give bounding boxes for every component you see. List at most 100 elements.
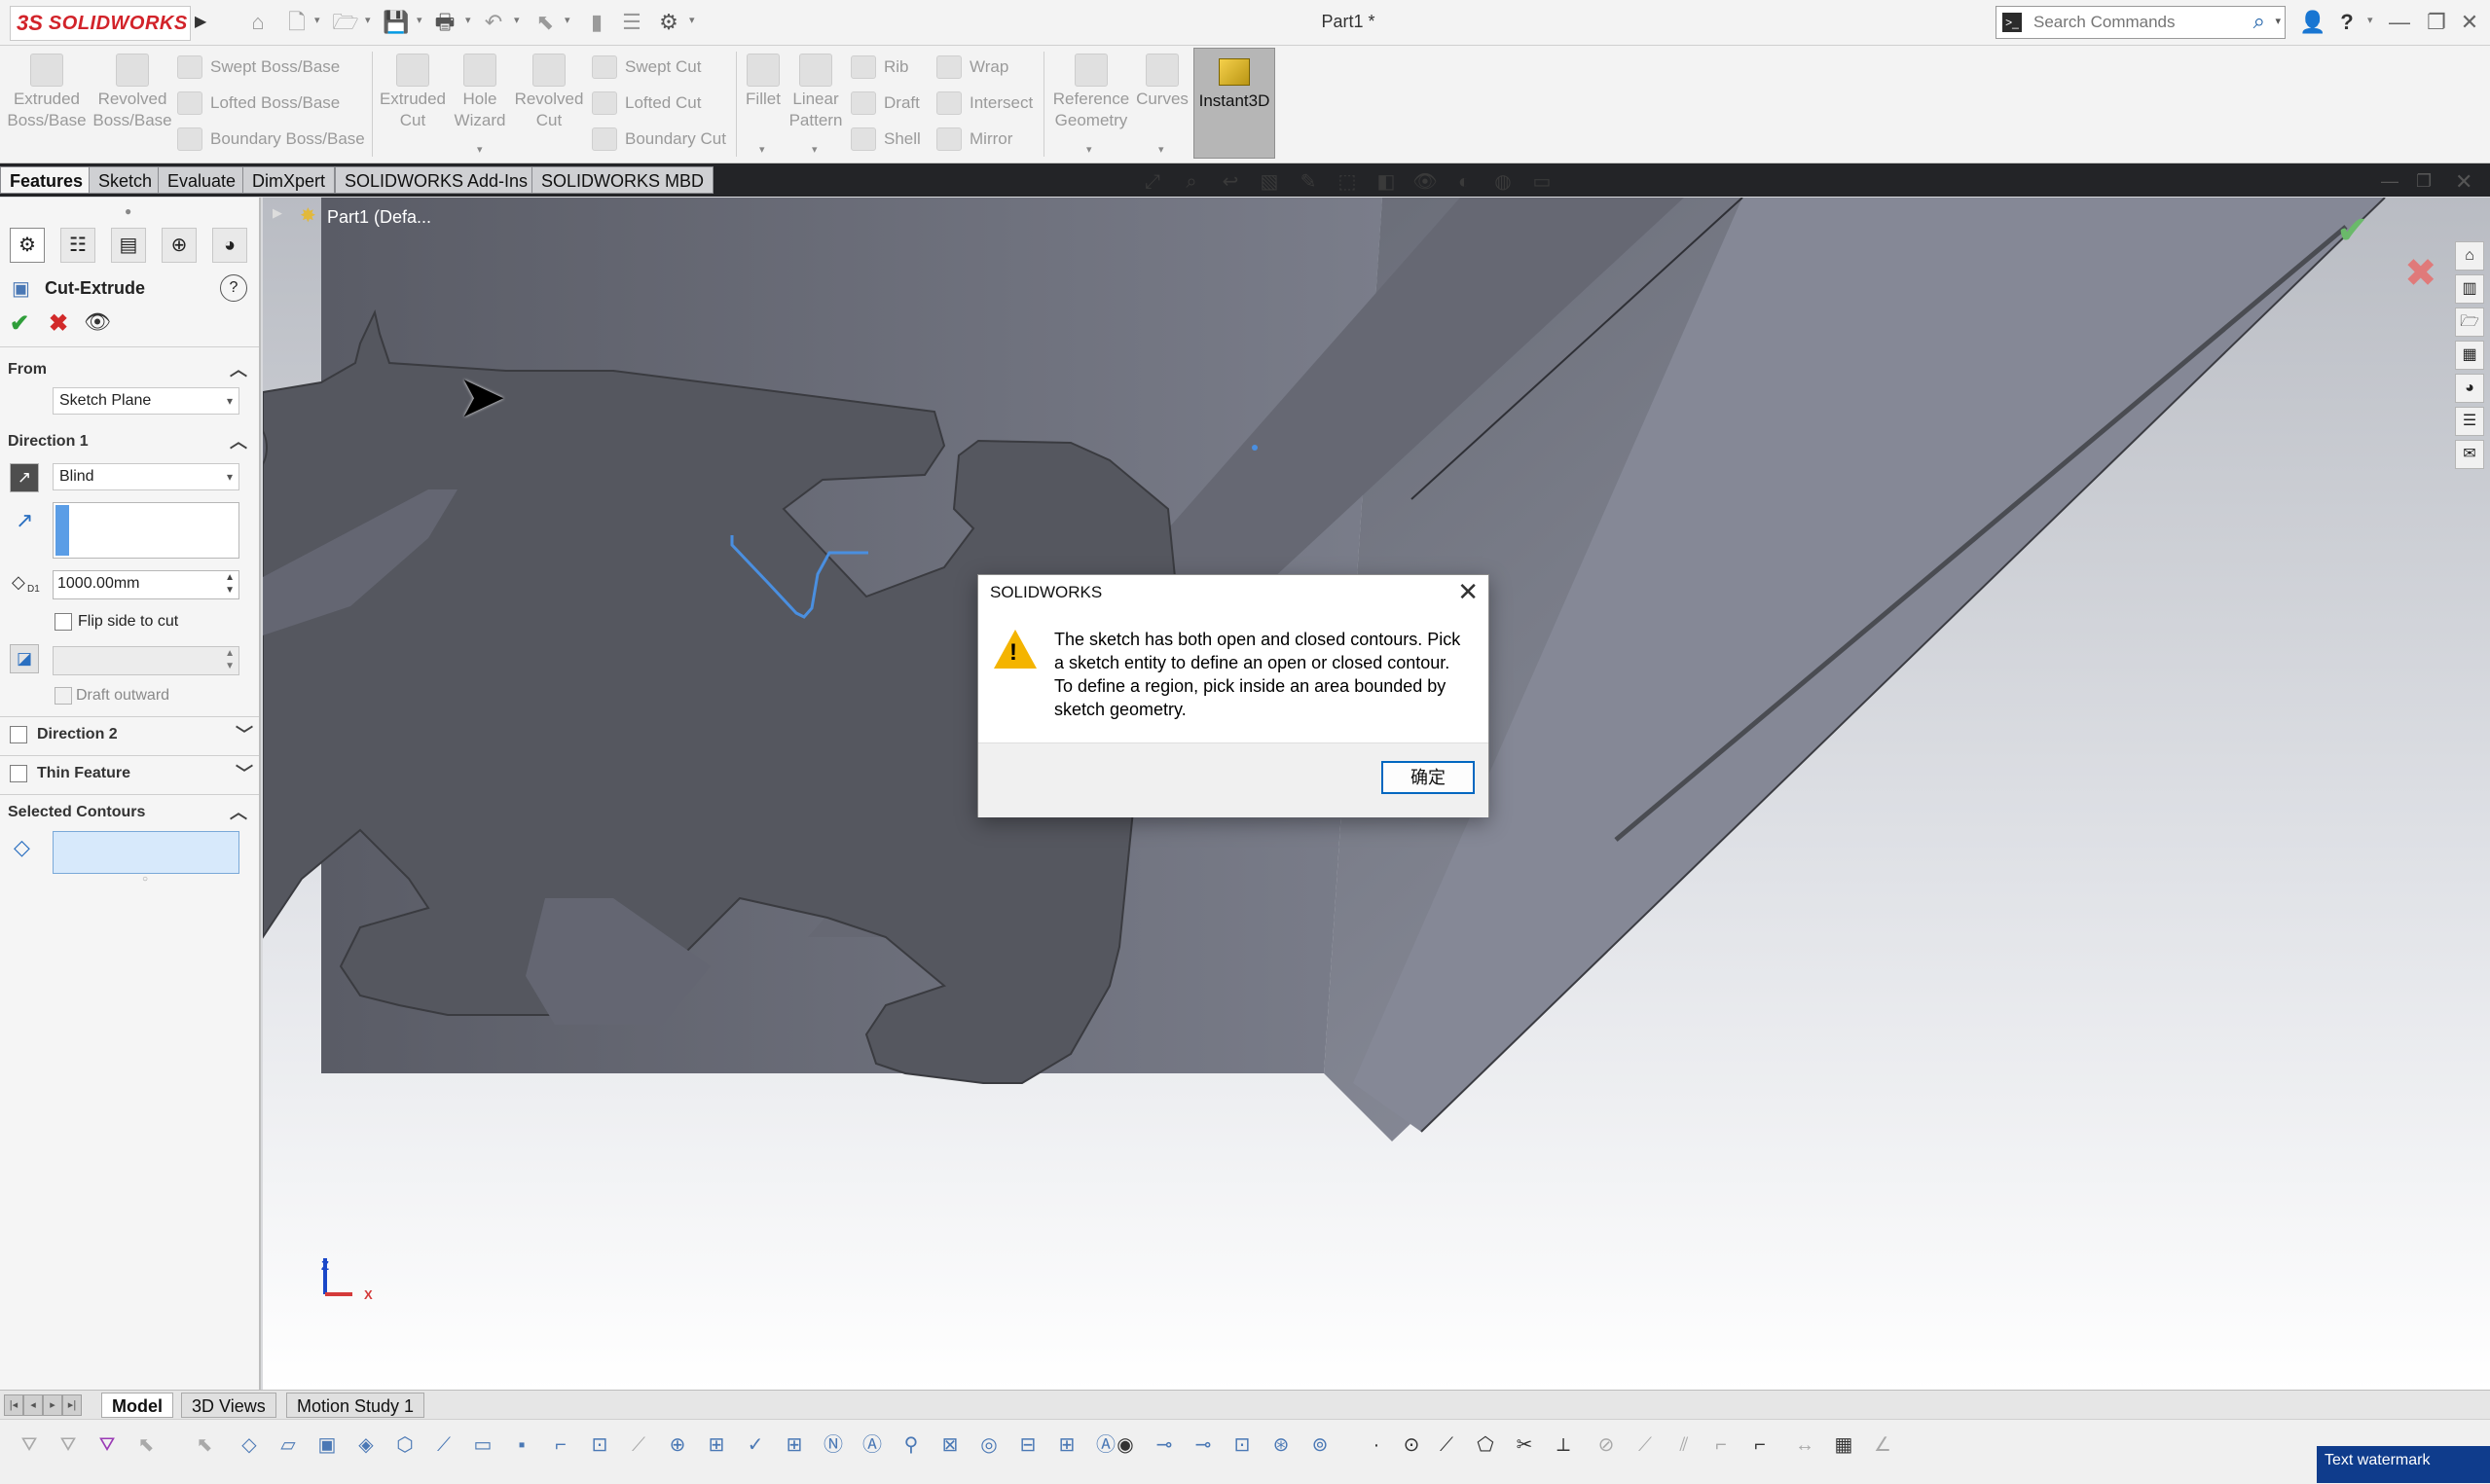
ok-button[interactable]: 确定	[1381, 761, 1475, 794]
revolved-boss-button[interactable]: Revolved Boss/Base	[92, 54, 173, 131]
from-select[interactable]: Sketch Plane ▾	[53, 387, 239, 415]
collapse-chevron-icon[interactable]: ︿	[230, 428, 247, 455]
thin-feature-checkbox[interactable]	[10, 765, 27, 782]
curves-dropdown-icon[interactable]: ▾	[1158, 143, 1164, 156]
file-properties-icon[interactable]: ☰	[617, 8, 646, 37]
open-folder-icon[interactable]: 🗁	[331, 8, 360, 37]
search-commands-box[interactable]: >_ ⌕ ▾	[1996, 6, 2286, 39]
spinner-arrows-icon[interactable]: ▲ ▼	[225, 571, 235, 597]
filter-axes-icon[interactable]: ⟋	[428, 1430, 459, 1461]
undo-icon[interactable]: ↶	[479, 8, 508, 37]
hole-wizard-button[interactable]: Hole Wizard	[446, 54, 514, 131]
circle-tool-icon[interactable]: ⊙	[1396, 1430, 1427, 1461]
tree-expand-icon[interactable]: ▶	[273, 205, 282, 221]
wrap-button[interactable]: Wrap	[936, 55, 1008, 79]
intersect-button[interactable]: Intersect	[936, 91, 1033, 115]
display-style-icon[interactable]: ◧	[1373, 168, 1400, 196]
filter-selection-icon[interactable]: ⛛	[92, 1430, 123, 1461]
filter-centerline-icon[interactable]: ⊕	[662, 1430, 693, 1461]
mirror-button[interactable]: Mirror	[936, 127, 1012, 151]
selected-contours-section-header[interactable]: Selected Contours ︿	[8, 799, 253, 826]
filter-mates-icon[interactable]: ⊡	[1227, 1430, 1258, 1461]
view-orientation-icon[interactable]: ⬚	[1334, 168, 1361, 196]
filter-geometric-tolerance-icon[interactable]: ⊞	[779, 1430, 810, 1461]
previous-view-icon[interactable]: ↩	[1217, 168, 1244, 196]
filter-blocks-icon[interactable]: ⊞	[1051, 1430, 1082, 1461]
confirm-accept-icon[interactable]: ✔	[2336, 208, 2369, 253]
property-manager-tab-icon[interactable]: ☷	[60, 228, 95, 263]
tab-dimxpert[interactable]: DimXpert	[242, 166, 336, 194]
reference-geometry-dropdown-icon[interactable]: ▾	[1086, 143, 1092, 156]
smart-dimension-icon[interactable]: ↔	[1789, 1430, 1820, 1461]
apply-scene-icon[interactable]: ◍	[1489, 168, 1517, 196]
collapse-chevron-icon[interactable]: ︿	[230, 356, 247, 383]
corner-rectangle-icon[interactable]: ⌐	[1705, 1430, 1737, 1461]
preview-eye-icon[interactable]: 👁	[84, 309, 111, 335]
save-dropdown-icon[interactable]: ▾	[417, 14, 422, 26]
filter-center-of-mass-icon[interactable]: ◉	[1110, 1430, 1141, 1461]
draft-button[interactable]: Draft	[851, 91, 920, 115]
feature-manager-tab-icon[interactable]: ⚙	[10, 228, 45, 263]
edit-appearance-icon[interactable]: ◐	[1450, 168, 1478, 196]
view-palette-icon[interactable]: ▦	[2455, 341, 2484, 370]
sketch-point[interactable]	[1252, 445, 1258, 451]
filter-routing-points-icon[interactable]: ⊸	[1188, 1430, 1219, 1461]
configuration-manager-tab-icon[interactable]: ▤	[111, 228, 146, 263]
tab-features[interactable]: Features	[0, 166, 93, 194]
linear-pattern-button[interactable]: Linear Pattern	[787, 54, 845, 131]
extruded-cut-button[interactable]: Extruded Cut	[374, 54, 452, 131]
depth-input[interactable]: 1000.00mm	[57, 575, 140, 593]
sketch-fillet-icon[interactable]: ⌐	[1744, 1430, 1776, 1461]
filter-mate-references-icon[interactable]: ⊛	[1265, 1430, 1297, 1461]
hole-wizard-dropdown-icon[interactable]: ▾	[477, 143, 483, 156]
fillet-dropdown-icon[interactable]: ▾	[759, 143, 765, 156]
filter-balloons-icon[interactable]: Ⓐ	[857, 1430, 888, 1461]
filter-midpoints-icon[interactable]: ⊡	[584, 1430, 615, 1461]
filter-planes-icon[interactable]: ▭	[467, 1430, 498, 1461]
solidworks-logo[interactable]: 3S SOLIDWORKS	[10, 6, 191, 41]
lofted-cut-button[interactable]: Lofted Cut	[592, 91, 701, 115]
filter-surface-icon[interactable]: ◈	[350, 1430, 382, 1461]
zoom-to-fit-icon[interactable]: ⤢	[1139, 168, 1166, 196]
filter-datum-features-icon[interactable]: ⊠	[934, 1430, 966, 1461]
filter-connection-points-icon[interactable]: ⊸	[1149, 1430, 1180, 1461]
direction1-section-header[interactable]: Direction 1 ︿	[8, 428, 253, 455]
ok-checkmark-icon[interactable]: ✔	[10, 309, 29, 338]
rebuild-icon[interactable]: ▮	[582, 8, 611, 37]
direction2-section-header[interactable]: Direction 2 ﹀	[37, 721, 253, 748]
revolved-cut-button[interactable]: Revolved Cut	[512, 54, 586, 131]
search-icon[interactable]: ⌕	[2253, 9, 2265, 34]
swept-cut-button[interactable]: Swept Cut	[592, 55, 701, 79]
print-icon[interactable]: 🖶	[430, 8, 459, 37]
filter-dimensions-icon[interactable]: ⊞	[701, 1430, 732, 1461]
extend-tool-icon[interactable]: ⟂	[1548, 1430, 1579, 1461]
angle-icon[interactable]: ∠	[1867, 1430, 1898, 1461]
resize-handle-icon[interactable]: ○	[142, 874, 148, 885]
expand-chevron-icon[interactable]: ﹀	[236, 721, 253, 748]
help-icon[interactable]: ?	[2334, 8, 2360, 37]
display-manager-tab-icon[interactable]: ◕	[212, 228, 247, 263]
lofted-boss-button[interactable]: Lofted Boss/Base	[177, 91, 340, 115]
filter-vertices-icon[interactable]: ◇	[234, 1430, 265, 1461]
next-tab-arrow-icon[interactable]: ▸	[43, 1394, 62, 1416]
solidworks-resources-icon[interactable]: ⌂	[2455, 241, 2484, 271]
box-select-icon[interactable]: ⬉	[189, 1430, 220, 1461]
section-view-icon[interactable]: ▧	[1256, 168, 1283, 196]
point-tool-icon[interactable]: ·	[1361, 1430, 1392, 1461]
direction2-checkbox[interactable]	[10, 726, 27, 743]
thin-feature-section-header[interactable]: Thin Feature ﹀	[37, 760, 253, 787]
panel-splitter-handle[interactable]: ●	[125, 204, 131, 218]
boundary-boss-button[interactable]: Boundary Boss/Base	[177, 127, 365, 151]
viewport-restore-icon[interactable]: ❐	[2416, 171, 2432, 192]
tab-sketch[interactable]: Sketch	[89, 166, 163, 194]
last-tab-arrow-icon[interactable]: ▸|	[62, 1394, 82, 1416]
draft-toggle-icon[interactable]: ◪	[10, 644, 39, 673]
help-button[interactable]: ?	[220, 274, 247, 302]
collapse-chevron-icon[interactable]: ︿	[230, 799, 247, 826]
options-dropdown-icon[interactable]: ▾	[689, 14, 695, 26]
undo-dropdown-icon[interactable]: ▾	[514, 14, 520, 26]
filter-notes-icon[interactable]: Ⓝ	[818, 1430, 849, 1461]
zoom-area-icon[interactable]: ⌕	[1178, 168, 1205, 196]
prev-tab-arrow-icon[interactable]: ◂	[23, 1394, 43, 1416]
swept-boss-button[interactable]: Swept Boss/Base	[177, 55, 340, 79]
